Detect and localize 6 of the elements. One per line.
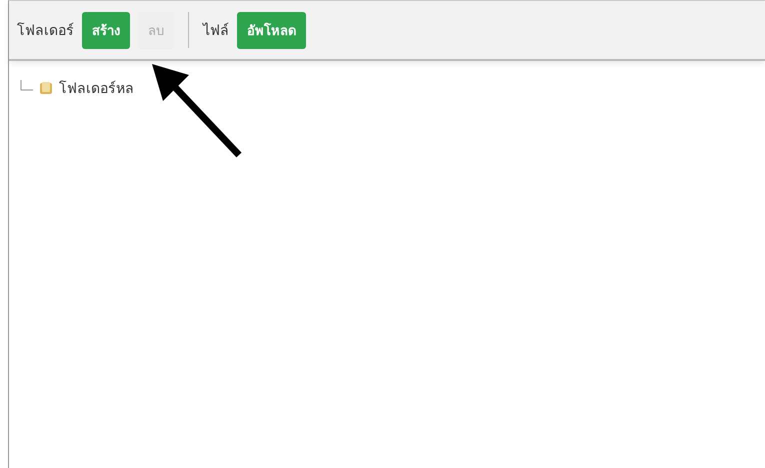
folder-icon	[39, 81, 53, 95]
toolbar-button[interactable]: สร้าง	[82, 12, 130, 48]
tree-item[interactable]: โฟลเดอร์หล	[59, 77, 134, 99]
toolbar-button[interactable]: อัพโหลด	[237, 12, 306, 48]
group-label: ไฟล์	[203, 22, 229, 41]
group-label: โฟลเดอร์	[17, 22, 74, 41]
